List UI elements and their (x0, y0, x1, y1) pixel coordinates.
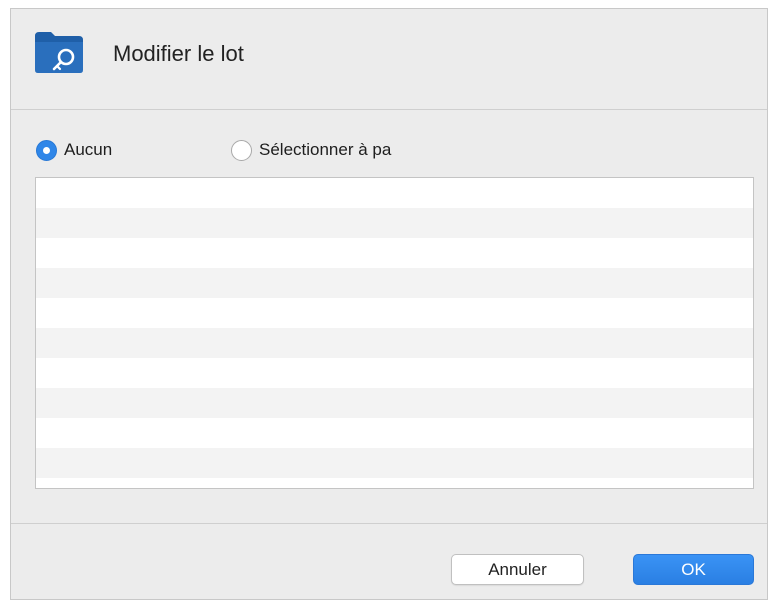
cancel-button[interactable]: Annuler (451, 554, 584, 585)
dialog-title: Modifier le lot (113, 41, 244, 66)
radio-label-select-from: Sélectionner à pa (259, 140, 392, 159)
dialog-header: Modifier le lot (11, 9, 767, 110)
list-row[interactable] (36, 298, 753, 328)
radio-unselected-indicator[interactable] (231, 139, 252, 161)
modify-batch-dialog: Modifier le lot Aucun Sélectionner à pa … (10, 8, 768, 600)
radio-label-none: Aucun (64, 140, 113, 159)
list-row[interactable] (36, 358, 753, 388)
list-row[interactable] (36, 268, 753, 298)
list-row[interactable] (36, 418, 753, 448)
list-row[interactable] (36, 478, 753, 488)
radio-option-none[interactable]: Aucun (36, 137, 112, 163)
radio-option-select-from[interactable]: Sélectionner à pa (231, 137, 421, 163)
footer-divider (11, 523, 767, 524)
list-row[interactable] (36, 238, 753, 268)
radio-selected-indicator[interactable] (36, 139, 57, 161)
items-list[interactable] (35, 177, 754, 489)
list-row[interactable] (36, 208, 753, 238)
ok-button[interactable]: OK (633, 554, 754, 585)
list-row[interactable] (36, 448, 753, 478)
list-row[interactable] (36, 178, 753, 208)
list-row[interactable] (36, 328, 753, 358)
list-row[interactable] (36, 388, 753, 418)
folder-key-icon (35, 32, 83, 73)
